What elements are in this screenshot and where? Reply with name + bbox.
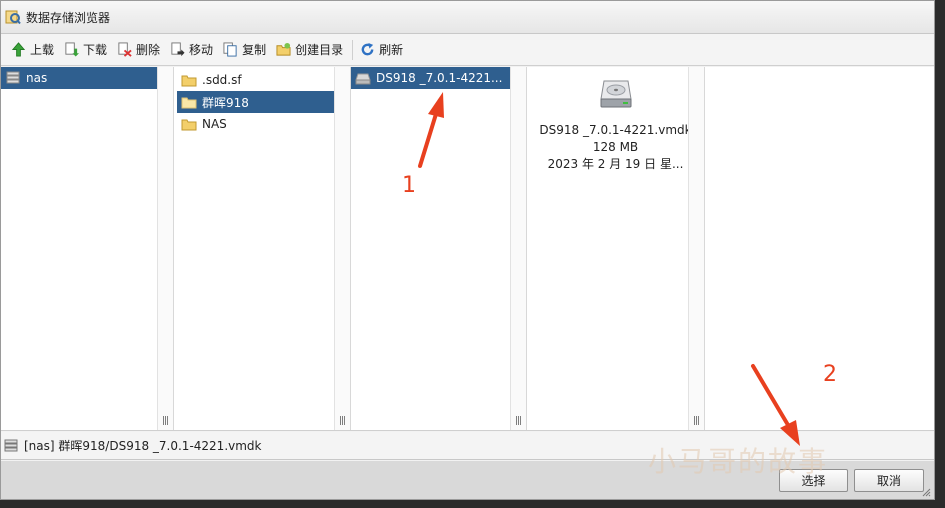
annotation-label-2: 2 xyxy=(823,362,837,387)
vertical-scrollbar[interactable]: ||| xyxy=(688,67,704,430)
upload-label: 上载 xyxy=(30,43,55,57)
copy-icon xyxy=(223,42,237,57)
folder-icon xyxy=(181,97,197,109)
datastore-column: nas ||| xyxy=(1,67,174,430)
datastore-icon xyxy=(6,71,20,84)
preview-column: DS918 _7.0.1-4221.vmdk 128 MB 2023 年 2 月… xyxy=(527,67,705,430)
disk-file-icon xyxy=(355,73,371,85)
delete-button[interactable]: 删除 xyxy=(113,38,166,62)
folder-icon xyxy=(181,119,197,131)
download-label: 下载 xyxy=(83,43,108,57)
upload-icon xyxy=(11,42,26,57)
download-icon xyxy=(65,42,80,57)
delete-icon xyxy=(118,42,132,57)
datastore-browser-icon xyxy=(5,10,21,25)
annotation-label-1: 1 xyxy=(402,173,416,198)
move-icon xyxy=(171,42,185,57)
upload-button[interactable]: 上载 xyxy=(7,38,60,62)
resize-grip-icon: ||| xyxy=(515,416,522,426)
file-column: DS918 _7.0.1-4221... ||| xyxy=(351,67,527,430)
move-label: 移动 xyxy=(189,43,214,57)
resize-grip-icon: ||| xyxy=(693,416,700,426)
datastore-icon xyxy=(4,439,18,452)
selected-path: [nas] 群晖918/DS918 _7.0.1-4221.vmdk xyxy=(24,439,262,453)
preview-file-date: 2023 年 2 月 19 日 星... xyxy=(547,157,684,171)
refresh-icon xyxy=(361,42,374,56)
preview-file-name: DS918 _7.0.1-4221.vmdk xyxy=(539,123,692,137)
watermark-text: 小马哥的故事 xyxy=(648,445,829,478)
folder-column: .sdd.sf 群晖918 NAS ||| xyxy=(174,67,351,430)
empty-column xyxy=(705,67,934,430)
datastore-label: nas xyxy=(26,71,48,85)
title-bar[interactable]: 数据存储浏览器 xyxy=(1,1,934,34)
file-item[interactable]: DS918 _7.0.1-4221... xyxy=(351,67,510,89)
toolbar-separator xyxy=(352,39,354,60)
copy-label: 复制 xyxy=(242,43,267,57)
copy-button[interactable]: 复制 xyxy=(219,38,272,62)
resize-handle-icon[interactable] xyxy=(921,487,931,497)
refresh-button[interactable]: 刷新 xyxy=(356,38,409,62)
folder-item[interactable]: NAS xyxy=(177,113,335,135)
refresh-label: 刷新 xyxy=(379,43,404,57)
folder-label: 群晖918 xyxy=(202,95,249,110)
preview-file-size: 128 MB xyxy=(592,140,639,154)
resize-grip-icon: ||| xyxy=(162,416,169,426)
vertical-scrollbar[interactable]: ||| xyxy=(510,67,526,430)
file-label: DS918 _7.0.1-4221... xyxy=(376,71,503,85)
vertical-scrollbar[interactable]: ||| xyxy=(334,67,350,430)
datastore-item[interactable]: nas xyxy=(1,67,157,89)
window-title: 数据存储浏览器 xyxy=(26,10,111,25)
folder-item[interactable]: 群晖918 xyxy=(177,91,335,113)
toolbar: 上载 下载 删除 移动 复制 创建目录 刷新 xyxy=(1,34,934,66)
cancel-button[interactable]: 取消 xyxy=(854,469,924,492)
download-button[interactable]: 下载 xyxy=(60,38,113,62)
virtual-disk-icon xyxy=(599,80,632,108)
datastore-browser-dialog: 数据存储浏览器 上载 下载 删除 移动 复制 创建目录 刷新 nas ||| .… xyxy=(0,0,935,500)
new-folder-icon xyxy=(276,42,291,56)
folder-label: .sdd.sf xyxy=(202,73,242,87)
delete-label: 删除 xyxy=(136,43,161,57)
resize-grip-icon: ||| xyxy=(339,416,346,426)
folder-item[interactable]: .sdd.sf xyxy=(177,69,335,91)
file-preview: DS918 _7.0.1-4221.vmdk 128 MB 2023 年 2 月… xyxy=(527,77,704,173)
folder-label: NAS xyxy=(202,117,227,131)
folder-icon xyxy=(181,75,197,87)
browser-columns: nas ||| .sdd.sf 群晖918 NAS ||| DS918 _7.0… xyxy=(1,67,934,431)
vertical-scrollbar[interactable]: ||| xyxy=(157,67,173,430)
create-folder-label: 创建目录 xyxy=(295,43,344,57)
move-button[interactable]: 移动 xyxy=(166,38,219,62)
create-folder-button[interactable]: 创建目录 xyxy=(272,38,349,62)
